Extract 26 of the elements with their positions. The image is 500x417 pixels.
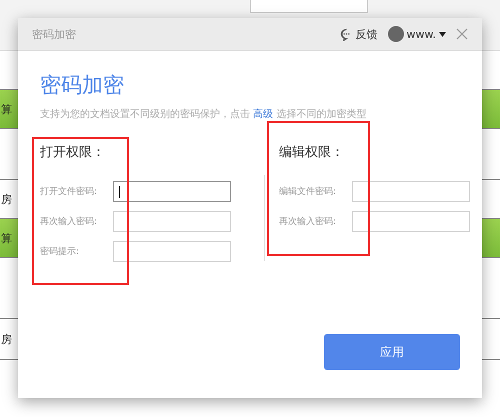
caret-icon [439,32,446,36]
account-button[interactable]: www. [388,26,446,42]
password-field[interactable] [113,241,231,262]
description: 支持为您的文档设置不同级别的密码保护，点击 高级 选择不同的加密类型 [40,108,368,121]
field-label: 再次输入密码: [279,216,338,228]
cell-text: 算 [1,230,12,246]
field-label: 打开文件密码: [40,186,98,198]
feedback-button[interactable]: 反馈 [340,26,378,42]
advanced-link[interactable]: 高级 [253,109,274,120]
field-label: 密码提示: [40,246,80,258]
close-button[interactable] [456,28,468,40]
apply-button[interactable]: 应用 [324,334,460,370]
section-title: 打开权限： [40,144,106,161]
field-label: 编辑文件密码: [279,186,338,198]
format-dropdown[interactable] [250,0,368,13]
dialog-title: 密码加密 [32,26,77,42]
password-field[interactable] [352,181,470,202]
password-field[interactable] [352,211,470,232]
password-field[interactable] [113,181,231,202]
dialog-heading: 密码加密 [40,72,125,99]
password-field[interactable] [113,211,231,232]
cell-text: 算 [1,102,12,116]
cell-text: 房 [1,192,12,206]
field-label: 再次输入密码: [40,216,98,228]
cell-text: 房 [1,332,12,346]
section-title: 编辑权限： [279,144,345,161]
